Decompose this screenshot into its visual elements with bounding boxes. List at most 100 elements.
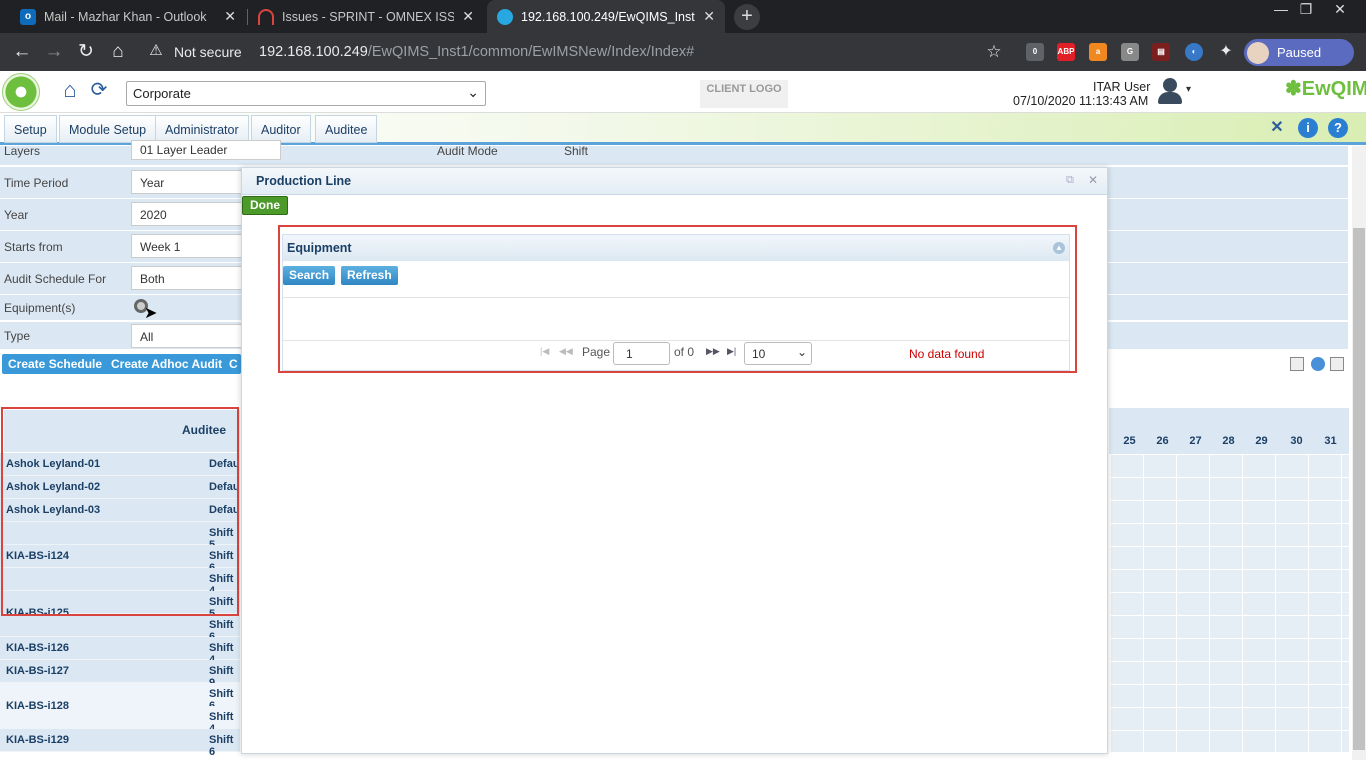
mouse-cursor-icon: ➤ xyxy=(144,305,158,322)
leaf-icon: ✽ xyxy=(1285,78,1302,100)
datetime: 07/10/2020 11:13:43 AM xyxy=(1013,94,1149,108)
row-auditee: KIA-BS-i126 xyxy=(6,642,69,654)
highlight-box xyxy=(278,225,1077,373)
columns-icon[interactable] xyxy=(1330,357,1344,371)
layers-label: Layers xyxy=(4,144,41,158)
client-logo-text: CLIENT LOGO xyxy=(706,83,782,95)
audit-mode-label: Audit Mode xyxy=(437,144,498,158)
location-select-value: Corporate xyxy=(133,86,191,101)
new-tab-button[interactable]: + xyxy=(734,4,760,30)
puzzle-icon[interactable]: ✦ xyxy=(1214,40,1238,64)
restore-icon[interactable]: ❐ xyxy=(1289,0,1323,20)
forward-icon[interactable]: → xyxy=(42,40,66,64)
tab-jira[interactable]: Issues - SPRINT - OMNEX ISSUE ✕ xyxy=(248,0,484,33)
tab-outlook[interactable]: o Mail - Mazhar Khan - Outlook ✕ xyxy=(10,0,246,33)
company-logo xyxy=(2,73,40,111)
create-adhoc-audit-button[interactable]: Create Adhoc Audit xyxy=(105,354,229,374)
menu-administrator[interactable]: Administrator xyxy=(155,115,249,143)
row-auditee: KIA-BS-i128 xyxy=(6,700,69,712)
address-bar[interactable]: 192.168.100.249/EwQIMS_Inst1/common/EwIM… xyxy=(259,44,694,60)
schedule-for-label: Audit Schedule For xyxy=(4,272,107,286)
info-icon[interactable]: i xyxy=(1298,118,1318,138)
day-26: 26 xyxy=(1156,435,1169,447)
tab-title: Issues - SPRINT - OMNEX ISSUE xyxy=(282,9,455,24)
close-icon[interactable]: ✕ xyxy=(703,8,715,25)
table-row[interactable]: KIA-BS-i128Shift 4 xyxy=(0,700,240,735)
layers-select[interactable]: 01 Layer Leader xyxy=(131,140,281,160)
brand-logo: ✽EwQIMS xyxy=(1285,76,1366,101)
location-select[interactable]: Corporate ⌄ xyxy=(126,81,486,106)
user-name: ITAR User xyxy=(1093,80,1151,94)
url-host: 192.168.100.249 xyxy=(259,44,368,60)
bookmark-star-icon[interactable]: ☆ xyxy=(982,40,1006,64)
browser-tab-strip: o Mail - Mazhar Khan - Outlook ✕ Issues … xyxy=(0,0,1366,33)
day-28: 28 xyxy=(1222,435,1235,447)
home-icon[interactable]: ⌂ xyxy=(57,75,83,105)
time-period-label: Time Period xyxy=(4,176,69,190)
menu-module-setup[interactable]: Module Setup xyxy=(59,115,157,143)
scrollbar-thumb[interactable] xyxy=(1353,228,1365,750)
table-row[interactable]: KIA-BS-i127Shift 9 xyxy=(0,660,240,689)
chevron-down-icon: ⌄ xyxy=(467,84,479,100)
table-row[interactable]: KIA-BS-i129 Shift 6 xyxy=(0,729,240,758)
close-window-icon[interactable]: ✕ xyxy=(1323,0,1357,20)
year-label: Year xyxy=(4,208,29,222)
outlook-icon: o xyxy=(20,8,36,25)
extension-icon[interactable]: ▤ xyxy=(1152,43,1170,61)
day-25: 25 xyxy=(1123,435,1136,447)
row-shift: Shift 6 xyxy=(209,734,234,758)
table-row[interactable]: KIA-BS-i126Shift 4 xyxy=(0,637,240,666)
avatar xyxy=(1247,41,1269,64)
close-icon[interactable]: ✕ xyxy=(462,8,474,25)
browser-toolbar: ← → ↻ ⌂ ⚠ Not secure 192.168.100.249/EwQ… xyxy=(0,33,1366,71)
tab-title: Mail - Mazhar Khan - Outlook xyxy=(44,9,207,24)
popout-icon[interactable]: ⧉ xyxy=(1066,174,1074,187)
highlight-box xyxy=(1,407,239,616)
tab-title: 192.168.100.249/EwQIMS_Inst1/c xyxy=(521,9,696,24)
close-icon[interactable]: ✕ xyxy=(224,8,236,25)
pin-icon[interactable]: ✕ xyxy=(1267,118,1287,138)
type-label: Type xyxy=(4,329,31,343)
month-header xyxy=(1109,408,1349,432)
help-icon[interactable] xyxy=(1311,357,1325,371)
close-icon[interactable]: ✕ xyxy=(1088,173,1098,187)
chevron-down-icon[interactable]: ▾ xyxy=(1186,84,1191,95)
profile-label: Paused xyxy=(1277,45,1322,60)
done-button[interactable]: Done xyxy=(242,196,288,215)
home-icon[interactable]: ⌂ xyxy=(106,40,130,64)
refresh-icon[interactable]: ⟳ xyxy=(86,75,112,105)
menu-auditor[interactable]: Auditor xyxy=(251,115,311,143)
table-row[interactable]: Shift 6 xyxy=(0,614,240,643)
back-icon[interactable]: ← xyxy=(10,40,34,64)
day-27: 27 xyxy=(1189,435,1202,447)
dialog-title-bar[interactable]: Production Line xyxy=(242,168,1107,195)
warning-icon[interactable]: ⚠ xyxy=(148,39,164,63)
equipment-label: Equipment(s) xyxy=(4,301,76,315)
create-schedule-button[interactable]: Create Schedule xyxy=(2,354,109,374)
client-logo: CLIENT LOGO xyxy=(700,80,788,108)
row-auditee: KIA-BS-i129 xyxy=(6,734,69,746)
extension-icon[interactable]: 0 xyxy=(1026,43,1044,61)
extension-icon[interactable]: ◐ xyxy=(1185,43,1203,61)
url-path: /EwQIMS_Inst1/common/EwIMSNew/Index/Inde… xyxy=(367,44,695,60)
not-secure-label[interactable]: Not secure xyxy=(174,44,242,60)
help-icon[interactable]: ? xyxy=(1328,118,1348,138)
day-29: 29 xyxy=(1255,435,1268,447)
extension-icon[interactable]: G xyxy=(1121,43,1139,61)
tab-ewqims[interactable]: 192.168.100.249/EwQIMS_Inst1/c ✕ xyxy=(487,0,725,33)
menu-setup[interactable]: Setup xyxy=(4,115,57,143)
user-avatar-icon[interactable] xyxy=(1156,76,1184,106)
menu-auditee[interactable]: Auditee xyxy=(315,115,378,143)
profile-button[interactable]: Paused xyxy=(1244,39,1354,66)
action-button[interactable]: C xyxy=(225,354,241,374)
adblock-icon[interactable]: ABP xyxy=(1057,43,1075,61)
dialog-title: Production Line xyxy=(256,174,352,188)
calendar-icon[interactable] xyxy=(1290,357,1304,371)
filter-row-layers: Layers 01 Layer Leader Audit Mode Shift xyxy=(0,140,1348,166)
reload-icon[interactable]: ↻ xyxy=(74,40,98,64)
extension-icon[interactable]: a xyxy=(1089,43,1107,61)
starts-from-label: Starts from xyxy=(4,240,63,254)
day-30: 30 xyxy=(1290,435,1303,447)
schedule-day-grid[interactable] xyxy=(1109,454,1349,752)
day-31: 31 xyxy=(1324,435,1337,447)
